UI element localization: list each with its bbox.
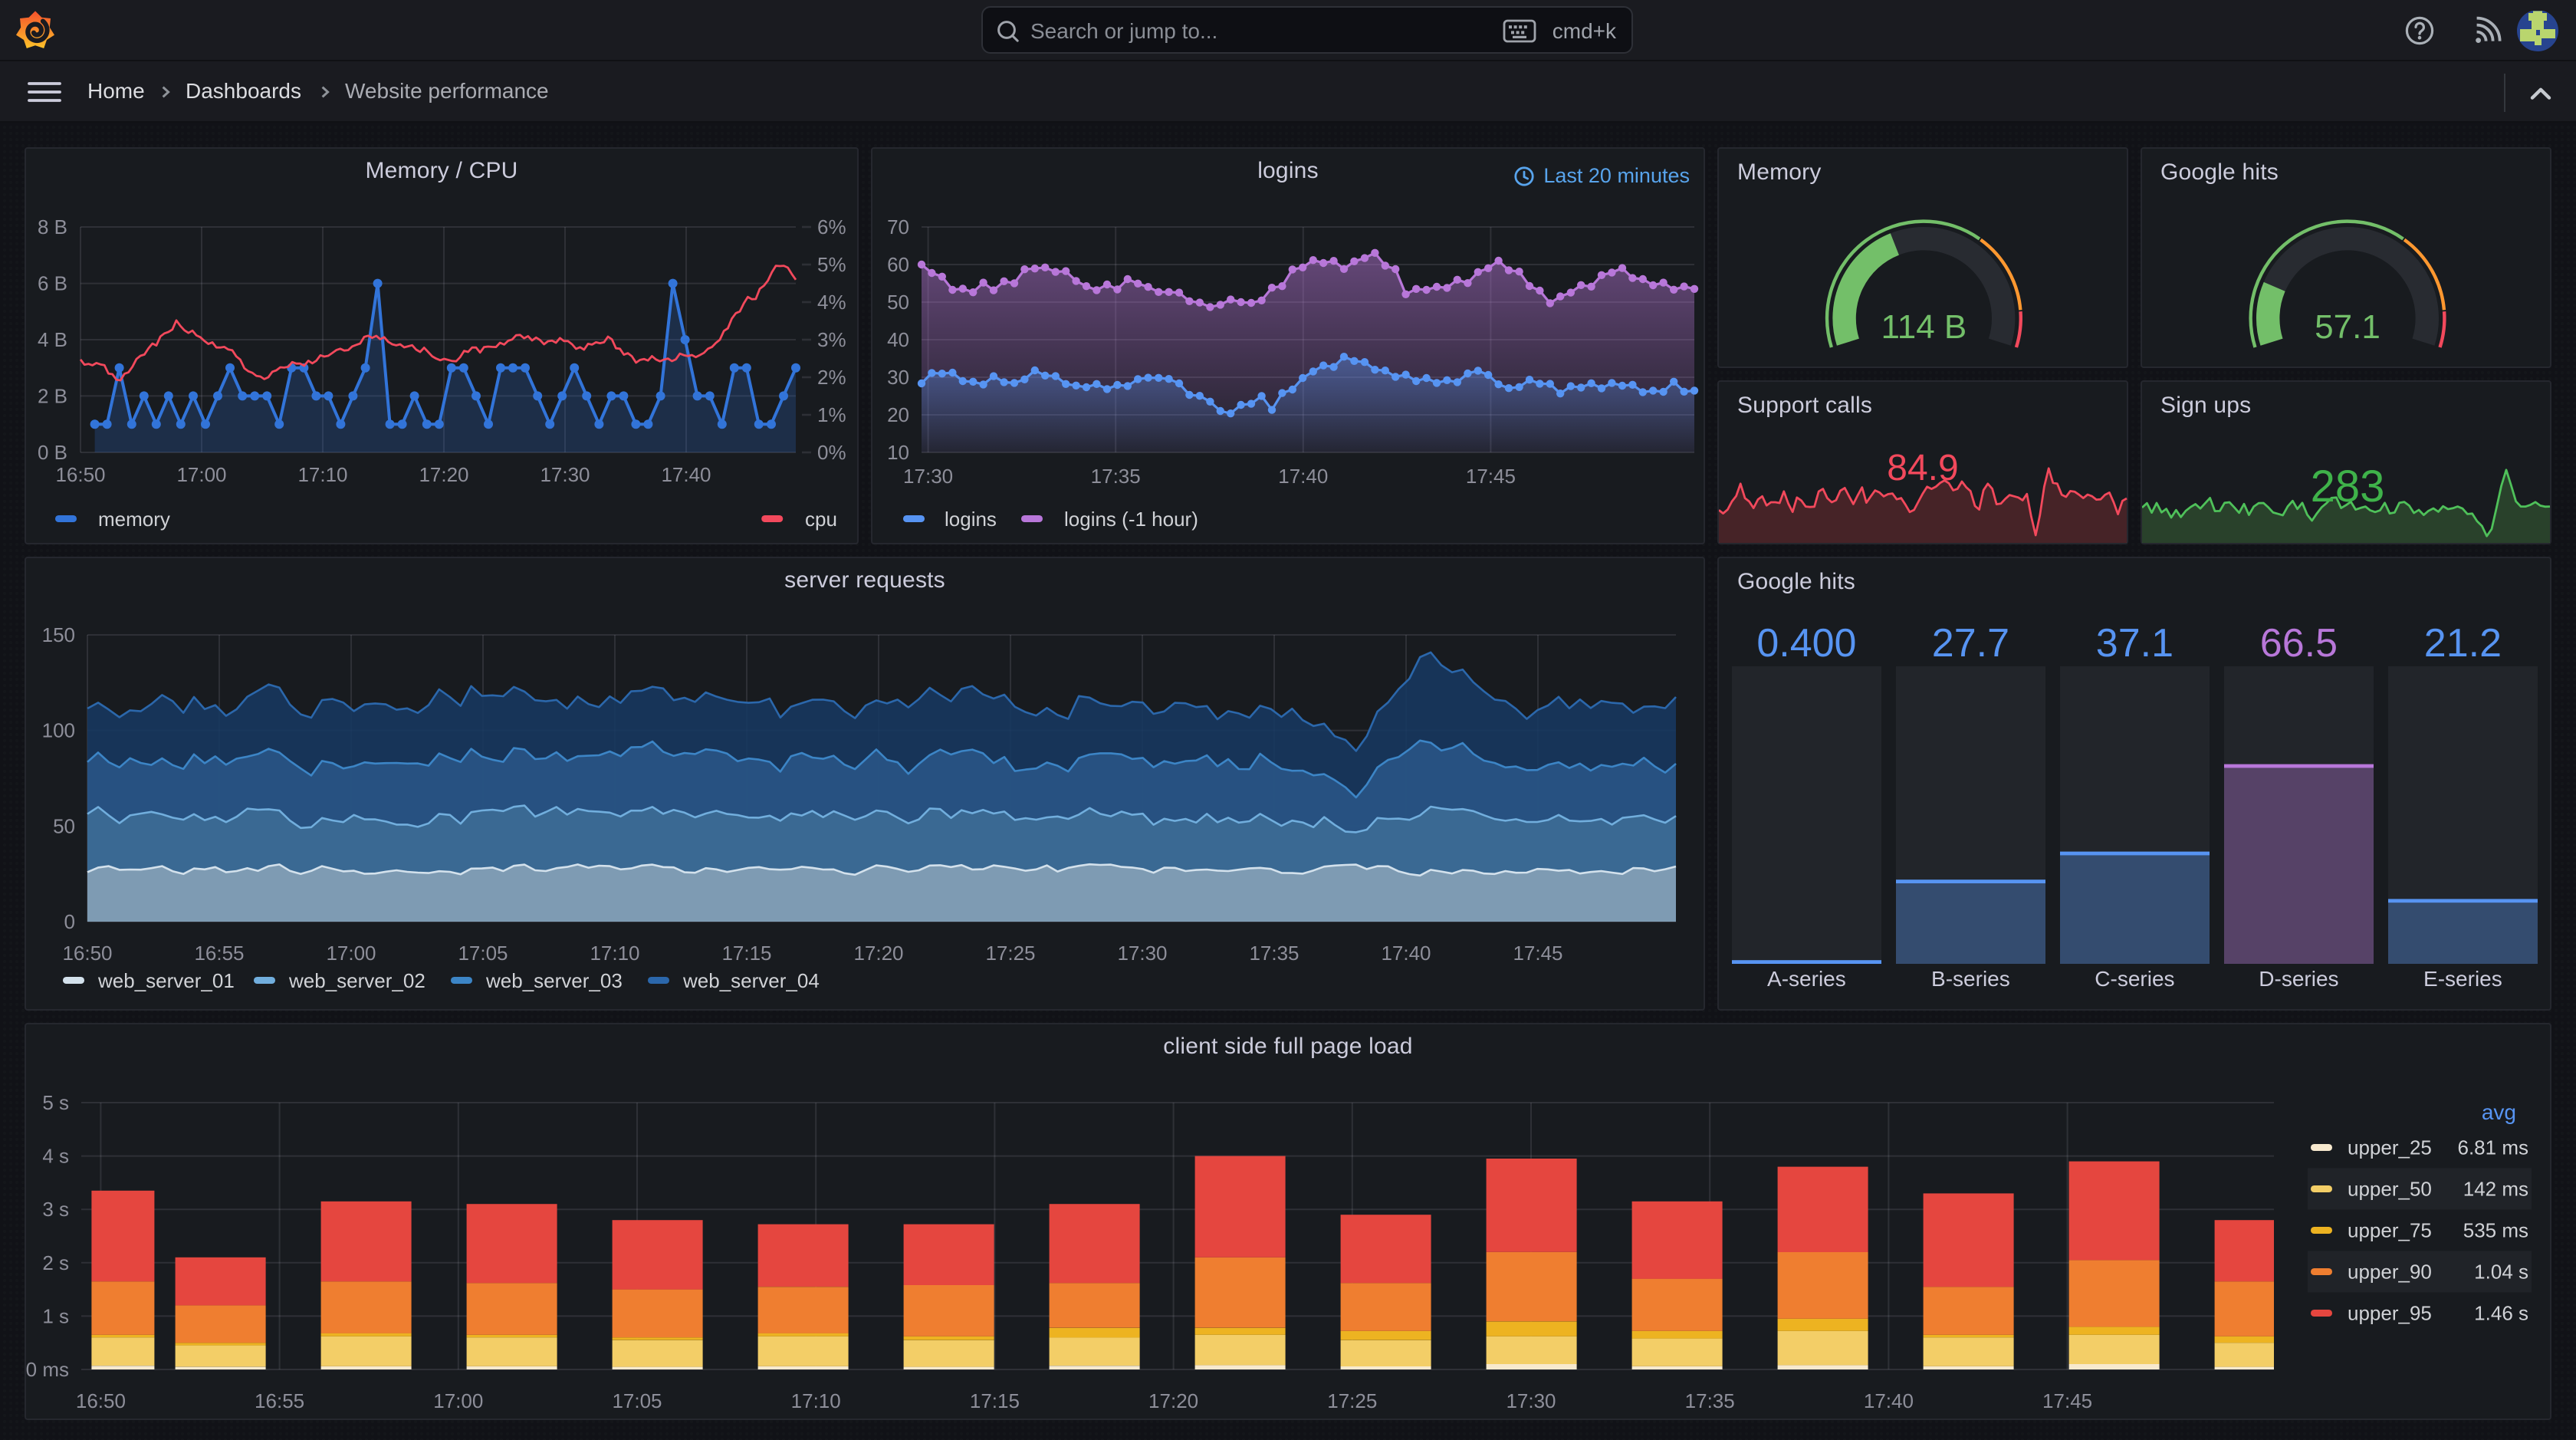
svg-text:66.5: 66.5 bbox=[2260, 621, 2338, 666]
svg-text:17:20: 17:20 bbox=[419, 463, 468, 486]
svg-text:57.1: 57.1 bbox=[2315, 308, 2380, 346]
svg-text:17:35: 17:35 bbox=[1685, 1389, 1735, 1412]
svg-text:17:10: 17:10 bbox=[297, 463, 347, 486]
svg-text:C-series: C-series bbox=[2095, 967, 2174, 991]
svg-text:web_server_04: web_server_04 bbox=[682, 969, 820, 992]
svg-text:upper_90: upper_90 bbox=[2348, 1260, 2432, 1283]
svg-text:16:50: 16:50 bbox=[62, 942, 112, 965]
svg-text:40: 40 bbox=[887, 328, 909, 351]
svg-text:0.400: 0.400 bbox=[1756, 621, 1856, 666]
svg-text:17:20: 17:20 bbox=[1148, 1389, 1198, 1412]
svg-text:0: 0 bbox=[64, 910, 75, 933]
svg-text:A-series: A-series bbox=[1767, 967, 1846, 991]
svg-text:16:55: 16:55 bbox=[255, 1389, 304, 1412]
svg-text:17:45: 17:45 bbox=[2042, 1389, 2092, 1412]
svg-text:17:05: 17:05 bbox=[458, 942, 508, 965]
svg-text:17:00: 17:00 bbox=[176, 463, 226, 486]
svg-text:6.81 ms: 6.81 ms bbox=[2458, 1136, 2529, 1159]
svg-text:100: 100 bbox=[42, 719, 75, 742]
svg-text:4 s: 4 s bbox=[42, 1145, 69, 1168]
svg-text:20: 20 bbox=[887, 403, 909, 426]
svg-text:17:20: 17:20 bbox=[853, 942, 903, 965]
svg-text:17:35: 17:35 bbox=[1249, 942, 1299, 965]
svg-text:upper_50: upper_50 bbox=[2348, 1177, 2432, 1200]
svg-text:0 B: 0 B bbox=[38, 441, 67, 464]
svg-text:4%: 4% bbox=[817, 291, 846, 314]
svg-text:B-series: B-series bbox=[1931, 967, 2010, 991]
svg-text:upper_75: upper_75 bbox=[2348, 1218, 2432, 1241]
svg-text:17:15: 17:15 bbox=[721, 942, 771, 965]
svg-text:17:40: 17:40 bbox=[661, 463, 711, 486]
svg-text:1 s: 1 s bbox=[42, 1304, 69, 1327]
svg-text:5%: 5% bbox=[817, 253, 846, 276]
svg-text:web_server_01: web_server_01 bbox=[97, 969, 235, 992]
svg-text:17:15: 17:15 bbox=[970, 1389, 1020, 1412]
svg-text:17:40: 17:40 bbox=[1381, 942, 1431, 965]
svg-text:3 s: 3 s bbox=[42, 1198, 69, 1221]
svg-text:0%: 0% bbox=[817, 441, 846, 464]
svg-text:2 s: 2 s bbox=[42, 1251, 69, 1274]
svg-text:upper_95: upper_95 bbox=[2348, 1301, 2432, 1324]
svg-text:17:30: 17:30 bbox=[1117, 942, 1167, 965]
svg-text:cpu: cpu bbox=[805, 508, 837, 531]
svg-text:logins: logins bbox=[945, 508, 997, 531]
svg-text:0 ms: 0 ms bbox=[26, 1358, 69, 1381]
svg-text:283: 283 bbox=[2311, 462, 2385, 511]
svg-text:17:30: 17:30 bbox=[903, 465, 953, 488]
svg-text:150: 150 bbox=[42, 623, 75, 646]
svg-text:142 ms: 142 ms bbox=[2463, 1177, 2528, 1200]
svg-text:web_server_03: web_server_03 bbox=[485, 969, 623, 992]
svg-text:D-series: D-series bbox=[2259, 967, 2338, 991]
svg-text:17:00: 17:00 bbox=[326, 942, 376, 965]
svg-text:8 B: 8 B bbox=[38, 215, 67, 238]
svg-text:10: 10 bbox=[887, 441, 909, 464]
svg-text:84.9: 84.9 bbox=[1887, 448, 1958, 488]
svg-text:E-series: E-series bbox=[2423, 967, 2502, 991]
svg-text:17:45: 17:45 bbox=[1513, 942, 1562, 965]
svg-text:2 B: 2 B bbox=[38, 385, 67, 408]
svg-text:17:40: 17:40 bbox=[1278, 465, 1328, 488]
svg-text:50: 50 bbox=[887, 291, 909, 314]
svg-text:37.1: 37.1 bbox=[2096, 621, 2174, 666]
svg-text:1%: 1% bbox=[817, 403, 846, 426]
svg-text:16:55: 16:55 bbox=[194, 942, 244, 965]
svg-text:avg: avg bbox=[2482, 1100, 2516, 1124]
svg-text:2%: 2% bbox=[817, 366, 846, 389]
svg-text:17:25: 17:25 bbox=[985, 942, 1035, 965]
svg-text:17:35: 17:35 bbox=[1091, 465, 1141, 488]
svg-text:memory: memory bbox=[98, 508, 170, 531]
svg-text:27.7: 27.7 bbox=[1932, 621, 2009, 666]
svg-text:17:30: 17:30 bbox=[1506, 1389, 1556, 1412]
svg-text:6%: 6% bbox=[817, 215, 846, 238]
svg-text:114 B: 114 B bbox=[1881, 308, 1967, 346]
svg-text:16:50: 16:50 bbox=[55, 463, 105, 486]
svg-text:3%: 3% bbox=[817, 328, 846, 351]
svg-text:535 ms: 535 ms bbox=[2463, 1218, 2528, 1241]
svg-text:17:10: 17:10 bbox=[590, 942, 639, 965]
svg-text:17:30: 17:30 bbox=[540, 463, 590, 486]
svg-text:17:10: 17:10 bbox=[791, 1389, 841, 1412]
svg-text:6 B: 6 B bbox=[38, 271, 67, 294]
svg-text:17:45: 17:45 bbox=[1466, 465, 1516, 488]
svg-text:60: 60 bbox=[887, 253, 909, 276]
svg-text:17:40: 17:40 bbox=[1864, 1389, 1914, 1412]
svg-text:5 s: 5 s bbox=[42, 1091, 69, 1114]
svg-text:upper_25: upper_25 bbox=[2348, 1136, 2432, 1159]
svg-text:21.2: 21.2 bbox=[2424, 621, 2502, 666]
svg-text:logins (-1 hour): logins (-1 hour) bbox=[1064, 508, 1198, 531]
svg-text:17:05: 17:05 bbox=[612, 1389, 662, 1412]
svg-text:4 B: 4 B bbox=[38, 328, 67, 351]
svg-text:30: 30 bbox=[887, 366, 909, 389]
svg-text:16:50: 16:50 bbox=[76, 1389, 126, 1412]
svg-text:70: 70 bbox=[887, 215, 909, 238]
svg-text:1.46 s: 1.46 s bbox=[2474, 1301, 2528, 1324]
svg-text:50: 50 bbox=[53, 814, 75, 837]
svg-text:1.04 s: 1.04 s bbox=[2474, 1260, 2528, 1283]
svg-text:17:00: 17:00 bbox=[433, 1389, 483, 1412]
svg-text:web_server_02: web_server_02 bbox=[288, 969, 426, 992]
svg-text:17:25: 17:25 bbox=[1327, 1389, 1377, 1412]
